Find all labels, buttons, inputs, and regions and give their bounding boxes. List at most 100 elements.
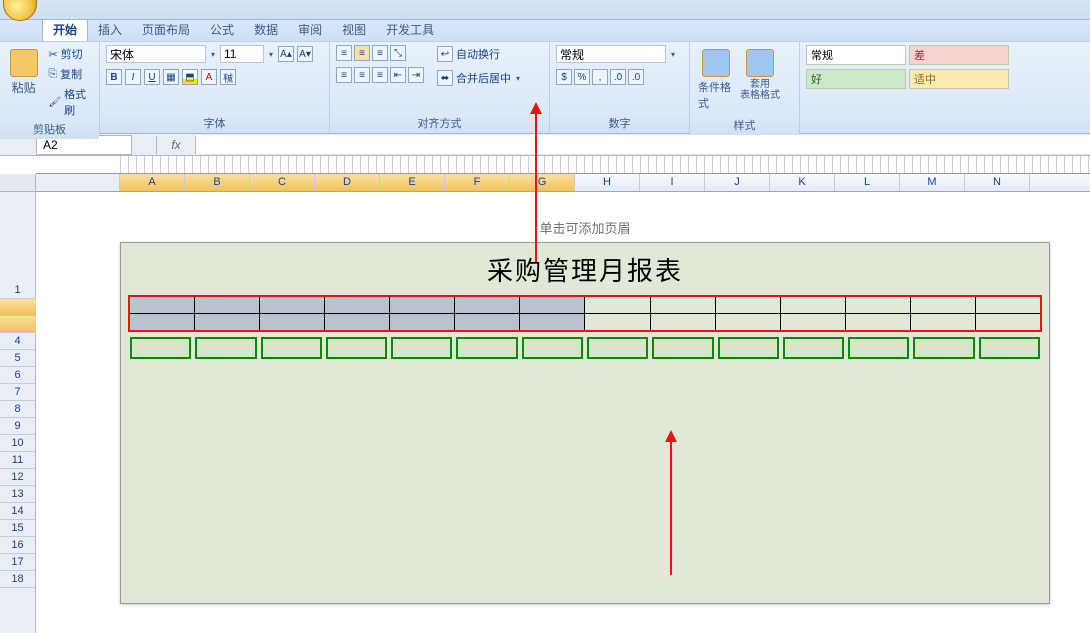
row-header[interactable]: 16: [0, 537, 35, 554]
col-header[interactable]: M: [900, 174, 965, 191]
table-row[interactable]: [130, 297, 1041, 314]
borders-button[interactable]: ▦: [163, 69, 179, 85]
decrease-font-button[interactable]: A▾: [297, 46, 313, 62]
phonetic-button[interactable]: ㍻: [220, 69, 236, 85]
group-number: ▾ $ % , .0 .0 数字: [550, 42, 690, 133]
formula-input[interactable]: [196, 135, 1090, 154]
group-alignment: ≡ ≡ ≡ ⤡ ≡ ≡ ≡ ⇤ ⇥ ↩自动换行 ⬌合并后居中▾ 对齐方式: [330, 42, 550, 133]
table-format-button[interactable]: 套用 表格格式: [740, 45, 780, 105]
green-box: [522, 337, 583, 359]
paste-button[interactable]: 粘贴: [6, 45, 41, 100]
add-header-hint[interactable]: 单击可添加页眉: [120, 218, 1050, 243]
col-header[interactable]: H: [575, 174, 640, 191]
select-all-corner[interactable]: [0, 174, 35, 192]
style-good[interactable]: 好: [806, 69, 906, 89]
orientation-button[interactable]: ⤡: [390, 45, 406, 61]
row-header[interactable]: 11: [0, 452, 35, 469]
style-normal[interactable]: 常规: [806, 45, 906, 65]
decrease-decimal-button[interactable]: .0: [628, 69, 644, 85]
col-header[interactable]: C: [250, 174, 315, 191]
font-size-select[interactable]: [220, 45, 264, 63]
row-header[interactable]: 1: [0, 282, 35, 299]
tab-formulas[interactable]: 公式: [200, 18, 244, 41]
number-format-select[interactable]: [556, 45, 666, 63]
col-header[interactable]: B: [185, 174, 250, 191]
tab-insert[interactable]: 插入: [88, 18, 132, 41]
row-header[interactable]: 8: [0, 401, 35, 418]
align-top-button[interactable]: ≡: [336, 45, 352, 61]
cut-button[interactable]: 剪切: [45, 45, 93, 63]
align-center-button[interactable]: ≡: [354, 67, 370, 83]
row-header[interactable]: 13: [0, 486, 35, 503]
tab-developer[interactable]: 开发工具: [376, 18, 444, 41]
row-header[interactable]: 17: [0, 554, 35, 571]
currency-button[interactable]: $: [556, 69, 572, 85]
comma-button[interactable]: ,: [592, 69, 608, 85]
row-header[interactable]: 18: [0, 571, 35, 588]
print-page: 采购管理月报表: [120, 242, 1050, 604]
format-painter-button[interactable]: 格式刷: [45, 85, 93, 119]
table-row[interactable]: [130, 314, 1041, 331]
sheet-canvas[interactable]: A B C D E F G H I J K L M N 单击可添加页眉 采购管理…: [36, 174, 1090, 633]
row-header[interactable]: 15: [0, 520, 35, 537]
row-header[interactable]: 9: [0, 418, 35, 435]
align-bottom-button[interactable]: ≡: [372, 45, 388, 61]
col-header[interactable]: L: [835, 174, 900, 191]
fx-label[interactable]: fx: [156, 136, 196, 154]
col-header[interactable]: A: [120, 174, 185, 191]
increase-indent-button[interactable]: ⇥: [408, 67, 424, 83]
align-left-button[interactable]: ≡: [336, 67, 352, 83]
conditional-format-button[interactable]: 条件格式: [696, 45, 736, 115]
group-label: [800, 117, 1090, 133]
scissors-icon: [48, 48, 57, 61]
style-neutral[interactable]: 适中: [909, 69, 1009, 89]
row-header[interactable]: 12: [0, 469, 35, 486]
tab-data[interactable]: 数据: [244, 18, 288, 41]
col-header[interactable]: D: [315, 174, 380, 191]
col-header[interactable]: E: [380, 174, 445, 191]
paste-icon: [10, 49, 38, 77]
style-bad[interactable]: 差: [909, 45, 1009, 65]
chevron-down-icon[interactable]: ▾: [209, 50, 217, 59]
chevron-down-icon[interactable]: ▾: [669, 50, 677, 59]
row-header[interactable]: 4: [0, 333, 35, 350]
row-header[interactable]: 6: [0, 367, 35, 384]
tab-view[interactable]: 视图: [332, 18, 376, 41]
office-button[interactable]: [3, 0, 37, 21]
chevron-down-icon[interactable]: ▾: [267, 50, 275, 59]
wrap-text-button[interactable]: ↩自动换行: [434, 45, 525, 63]
increase-font-button[interactable]: A▴: [278, 46, 294, 62]
increase-decimal-button[interactable]: .0: [610, 69, 626, 85]
green-box: [195, 337, 256, 359]
decrease-indent-button[interactable]: ⇤: [390, 67, 406, 83]
merge-center-button[interactable]: ⬌合并后居中▾: [434, 69, 525, 87]
tab-page-layout[interactable]: 页面布局: [132, 18, 200, 41]
underline-button[interactable]: U: [144, 69, 160, 85]
font-color-button[interactable]: A: [201, 69, 217, 85]
tab-home[interactable]: 开始: [42, 17, 88, 41]
row-header[interactable]: 7: [0, 384, 35, 401]
row-header[interactable]: 14: [0, 503, 35, 520]
green-box: [652, 337, 713, 359]
table-rows-2-3[interactable]: [129, 296, 1041, 331]
col-header[interactable]: G: [510, 174, 575, 191]
fill-color-button[interactable]: ⬒: [182, 69, 198, 85]
font-name-select[interactable]: [106, 45, 206, 63]
chevron-down-icon[interactable]: ▾: [514, 74, 522, 83]
italic-button[interactable]: I: [125, 69, 141, 85]
col-header[interactable]: N: [965, 174, 1030, 191]
green-box: [261, 337, 322, 359]
col-header[interactable]: F: [445, 174, 510, 191]
copy-button[interactable]: 复制: [45, 65, 93, 83]
percent-button[interactable]: %: [574, 69, 590, 85]
row-header[interactable]: 10: [0, 435, 35, 452]
col-header[interactable]: K: [770, 174, 835, 191]
bold-button[interactable]: B: [106, 69, 122, 85]
col-header[interactable]: I: [640, 174, 705, 191]
tab-review[interactable]: 审阅: [288, 18, 332, 41]
align-middle-button[interactable]: ≡: [354, 45, 370, 61]
document-title: 采购管理月报表: [121, 243, 1049, 296]
align-right-button[interactable]: ≡: [372, 67, 388, 83]
row-header[interactable]: 5: [0, 350, 35, 367]
col-header[interactable]: J: [705, 174, 770, 191]
